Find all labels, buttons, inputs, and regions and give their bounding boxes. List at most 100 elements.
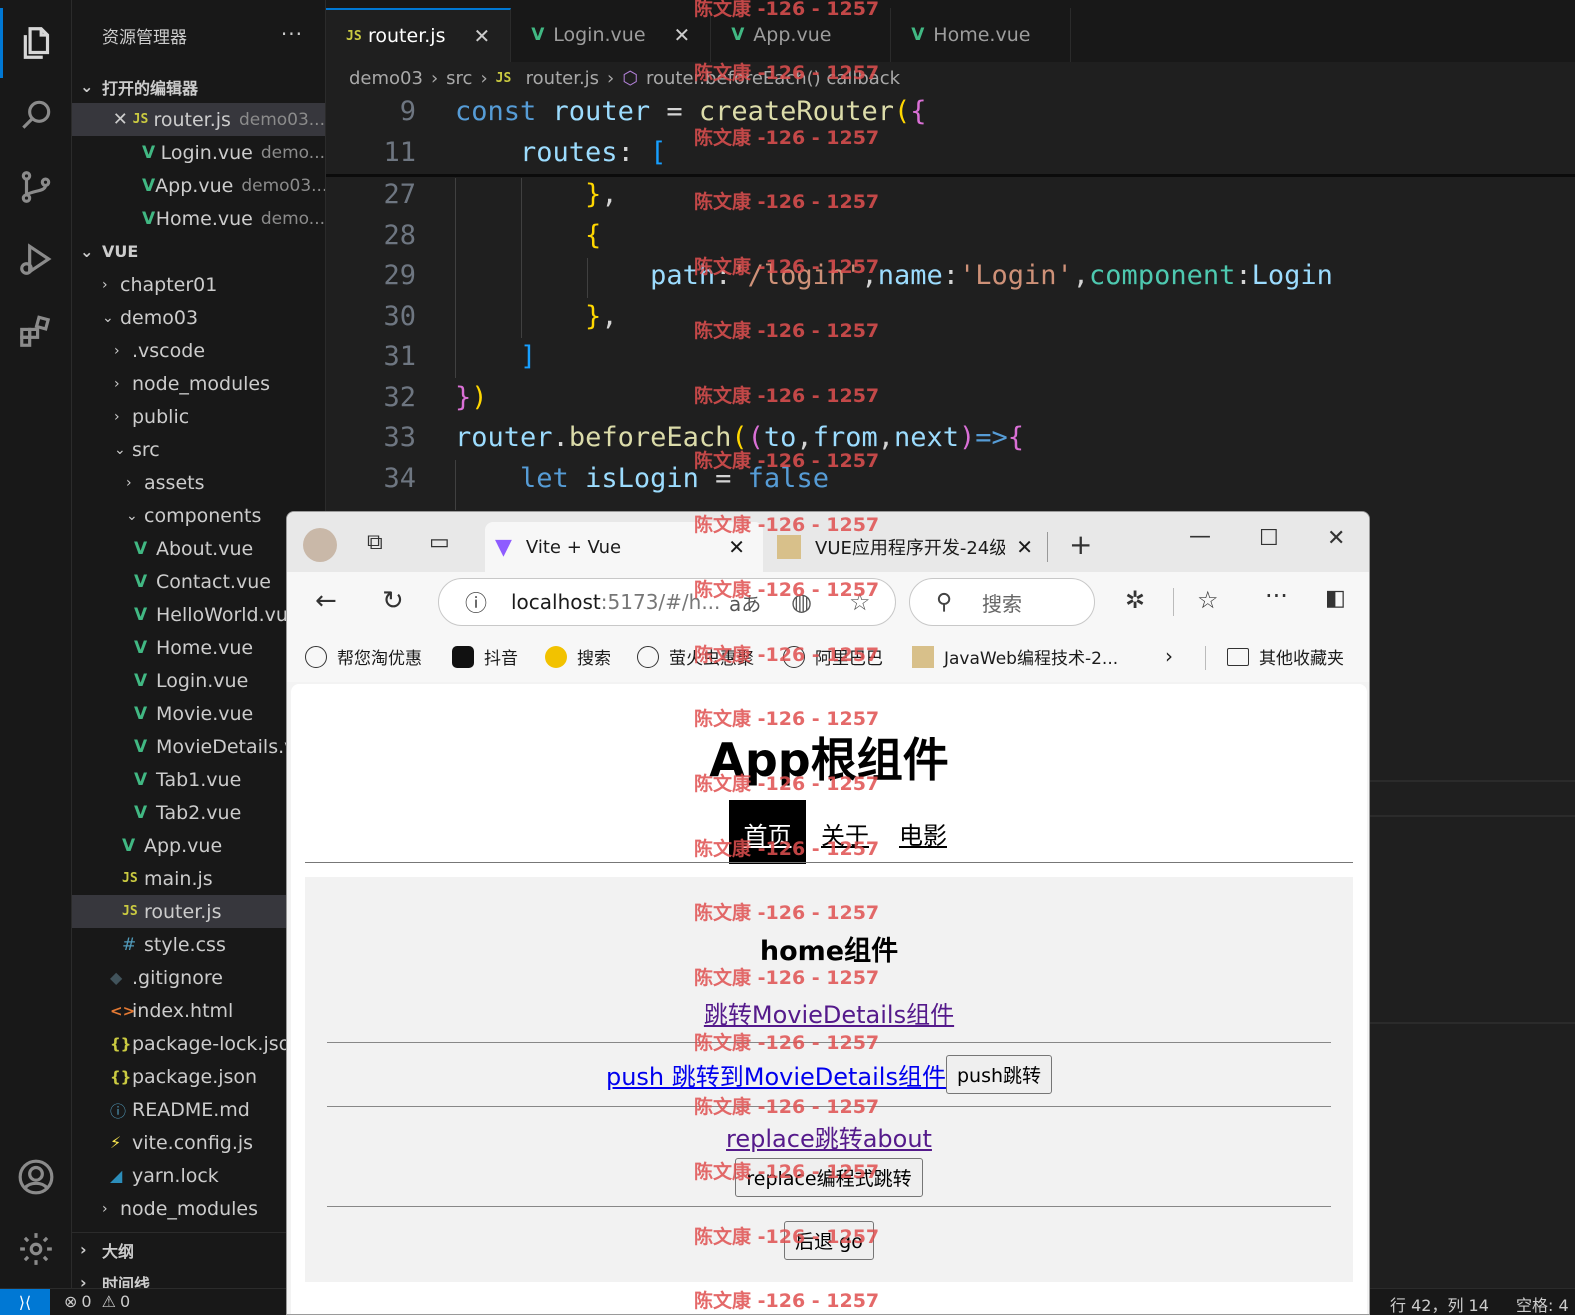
new-tab-icon[interactable]: + — [1069, 528, 1092, 561]
bookmarks-bar: 帮您淘优惠 抖音 搜索 萤火虫惠聚 阿里巴巴 JavaWeb编程技术-2... … — [287, 632, 1369, 682]
tree-folder[interactable]: › node_modules — [72, 367, 325, 400]
more-menu-icon[interactable]: ··· — [1265, 582, 1288, 610]
tree-folder[interactable]: ⌄ src — [72, 433, 325, 466]
json-file-icon: {} — [110, 1067, 132, 1086]
edge-copilot-icon[interactable]: ◍ — [791, 588, 812, 616]
globe-icon — [305, 645, 327, 668]
tab-home-vue[interactable]: V Home.vue — [891, 8, 1072, 62]
nav-link-movie[interactable]: 电影 — [899, 816, 947, 851]
tree-folder[interactable]: › public — [72, 400, 325, 433]
extensions-puzzle-icon[interactable]: ✲ — [1125, 586, 1145, 614]
profile-avatar[interactable] — [303, 528, 337, 562]
other-favorites[interactable]: 其他收藏夹 — [1227, 644, 1344, 669]
vertical-tabs-icon[interactable]: ▭ — [429, 530, 450, 555]
bookmark-item[interactable]: 抖音 — [452, 644, 518, 669]
account-icon[interactable] — [0, 1142, 72, 1212]
tab-login-vue[interactable]: V Login.vue ✕ — [511, 8, 712, 62]
bookmark-item[interactable]: JavaWeb编程技术-2... — [912, 644, 1118, 669]
browser-tab[interactable]: VUE应用程序开发-24级 ✕ — [773, 522, 1043, 572]
code-line: router.beforeEach((to,from,next)=>{ — [455, 422, 1025, 453]
chevron-right-icon: › — [114, 408, 120, 425]
breadcrumb-item[interactable]: router.js — [526, 68, 599, 89]
breadcrumb-item[interactable]: src — [446, 68, 472, 89]
open-editors-section[interactable]: ⌄ 打开的编辑器 — [72, 70, 325, 103]
source-control-icon[interactable] — [0, 152, 72, 222]
back-go-button[interactable]: 后退 go — [784, 1221, 874, 1260]
search-box[interactable]: ⚲ 搜索 — [909, 578, 1095, 626]
chevron-right-icon: › — [102, 276, 108, 293]
tab-router-js[interactable]: JS router.js ✕ — [326, 8, 512, 62]
favorites-icon[interactable]: ☆ — [1197, 586, 1219, 614]
open-editor-item[interactable]: ✕ JS router.js demo03... — [72, 103, 325, 136]
browser-tab-active[interactable]: ▼ Vite + Vue ✕ — [485, 522, 763, 572]
nav-link-home[interactable]: 首页 — [729, 816, 806, 851]
vue-file-icon: V — [134, 769, 148, 790]
code-line: }, — [585, 301, 618, 332]
search-icon[interactable] — [0, 80, 72, 150]
replace-button[interactable]: replace编程式跳转 — [735, 1158, 923, 1197]
open-editor-item[interactable]: V Home.vue demo... — [72, 202, 325, 235]
bookmark-item[interactable]: 帮您淘优惠 — [305, 644, 422, 669]
browser-tab-strip: ⧉ ▭ ▼ Vite + Vue ✕ VUE应用程序开发-24级 ✕ + — ☐… — [287, 512, 1369, 572]
close-tab-icon[interactable]: ✕ — [674, 23, 691, 47]
vue-file-icon: V — [134, 637, 148, 658]
sidebar-toggle-icon[interactable]: ◧ — [1325, 586, 1346, 611]
read-aloud-icon[interactable]: aあ — [729, 588, 761, 617]
activity-bar — [0, 0, 72, 1288]
nav-link-about[interactable]: 关于 — [821, 816, 869, 851]
close-tab-icon[interactable]: ✕ — [473, 24, 490, 48]
moviedetails-link[interactable]: 跳转MovieDetails组件 — [305, 995, 1353, 1030]
back-arrow-icon[interactable]: ← — [315, 586, 337, 616]
tab-app-vue[interactable]: V App.vue — [711, 8, 892, 62]
tree-folder[interactable]: › chapter01 — [72, 268, 325, 301]
globe-icon — [783, 645, 805, 668]
warning-icon: ⚠ — [101, 1292, 116, 1311]
bookmark-item[interactable]: 阿里巴巴 — [783, 644, 883, 669]
chevron-right-icon: › — [102, 1200, 108, 1217]
settings-gear-icon[interactable] — [0, 1214, 72, 1284]
chevron-down-icon: ⌄ — [126, 507, 138, 524]
breadcrumb-item[interactable]: router.beforeEach() callback — [646, 68, 900, 89]
page-title: App根组件 — [709, 733, 949, 787]
workspaces-icon[interactable]: ⧉ — [367, 530, 383, 555]
replace-about-link[interactable]: replace跳转about — [305, 1119, 1353, 1154]
tree-folder[interactable]: ⌄ demo03 — [72, 301, 325, 334]
search-engine-icon — [545, 645, 567, 668]
problems-indicator[interactable]: ⊗ 0 ⚠ 0 — [64, 1292, 130, 1311]
explorer-icon[interactable] — [0, 8, 72, 78]
site-info-icon[interactable]: ⓘ — [465, 586, 487, 618]
breadcrumb-item[interactable]: demo03 — [349, 68, 423, 89]
maximize-icon[interactable]: ☐ — [1259, 526, 1279, 551]
run-debug-icon[interactable] — [0, 224, 72, 294]
home-component: home组件 跳转MovieDetails组件 push 跳转到MovieDet… — [305, 877, 1353, 1282]
open-editor-item[interactable]: V App.vue demo03... — [72, 169, 325, 202]
indentation[interactable]: 空格: 4 — [1516, 1292, 1569, 1315]
extensions-icon[interactable] — [0, 296, 72, 366]
close-tab-icon[interactable]: ✕ — [1016, 535, 1033, 559]
refresh-icon[interactable]: ↻ — [382, 586, 404, 616]
remote-icon[interactable]: ⟩⟨ — [0, 1289, 50, 1315]
address-bar[interactable]: ⓘ localhost:5173/#/h... aあ ◍ ☆ — [438, 578, 896, 626]
close-icon[interactable]: ✕ — [108, 109, 133, 130]
tree-folder[interactable]: › assets — [72, 466, 325, 499]
push-moviedetails-link[interactable]: push 跳转到MovieDetails组件 — [606, 1057, 946, 1092]
line-number: 28 — [383, 220, 416, 251]
push-button[interactable]: push跳转 — [945, 1055, 1053, 1094]
code-line: }) — [455, 382, 488, 413]
window-close-icon[interactable]: ✕ — [1327, 526, 1345, 551]
bookmark-item[interactable]: 搜索 — [545, 644, 611, 669]
explorer-title: 资源管理器 ··· — [102, 22, 303, 48]
js-file-icon: JS — [122, 871, 138, 886]
more-bookmarks-icon[interactable]: › — [1165, 644, 1173, 668]
close-tab-icon[interactable]: ✕ — [728, 535, 745, 559]
open-editor-item[interactable]: V Login.vue demo... — [72, 136, 325, 169]
cursor-position[interactable]: 行 42，列 14 — [1390, 1292, 1489, 1315]
vue-file-icon: V — [134, 538, 148, 559]
minimize-icon[interactable]: — — [1189, 524, 1211, 549]
tree-folder[interactable]: › .vscode — [72, 334, 325, 367]
favorite-star-icon[interactable]: ☆ — [849, 588, 871, 616]
more-actions-button[interactable]: ··· — [281, 22, 303, 46]
bookmark-item[interactable]: 萤火虫惠聚 — [637, 644, 754, 669]
js-file-icon: JS — [495, 70, 512, 86]
workspace-section[interactable]: ⌄ VUE — [72, 235, 325, 268]
